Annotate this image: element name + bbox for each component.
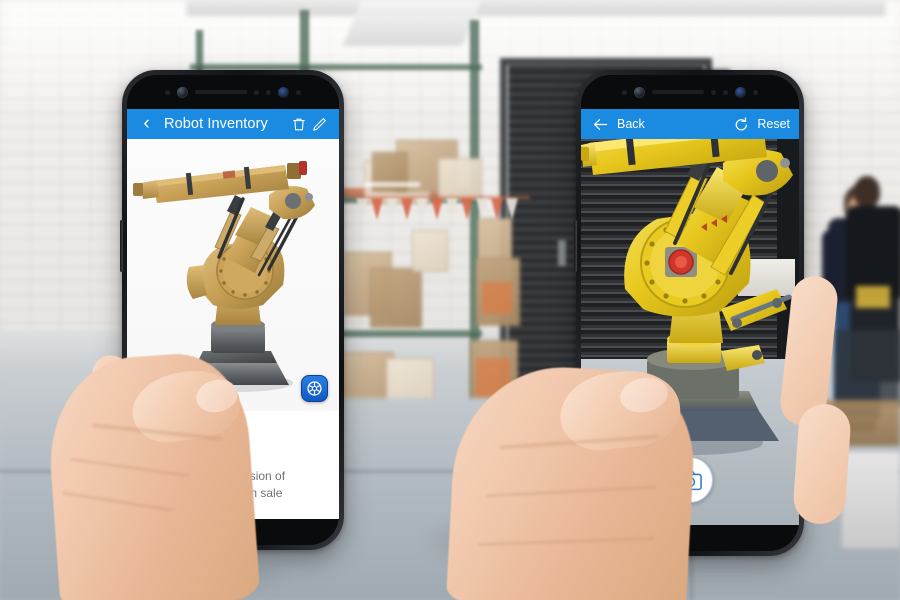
ar-cube-icon (307, 381, 322, 396)
pennant-flag (446, 198, 458, 220)
pennant-flag (416, 198, 428, 220)
reset-label: Reset (757, 117, 790, 131)
back-label: Back (617, 117, 645, 131)
pennant-bunting (356, 198, 524, 228)
proximity-sensor-icon (622, 89, 627, 95)
pennant-flag (356, 198, 368, 220)
worker-head (854, 176, 880, 208)
pennant-flag (431, 198, 443, 220)
right-app-bar: Back Reset (581, 109, 799, 139)
proximity-sensor-icon (165, 89, 170, 95)
earpiece-speaker (652, 90, 704, 94)
pennant-flag (461, 198, 473, 220)
front-camera-icon (735, 86, 746, 98)
white-crate (842, 452, 900, 548)
delete-button[interactable] (288, 114, 309, 135)
trash-icon (292, 118, 305, 130)
page-title: Robot Inventory (164, 116, 268, 132)
chevron-left-icon: ‹ (143, 112, 150, 134)
door-latch (558, 240, 566, 266)
back-button[interactable] (590, 114, 611, 135)
iris-scanner-icon (634, 86, 645, 98)
right-phone-top-bezel (581, 75, 799, 109)
box-orange-label (482, 282, 512, 314)
pennant-flag (506, 198, 518, 220)
iris-scanner-icon (177, 86, 188, 98)
edit-button[interactable] (309, 114, 330, 135)
yellow-equipment (856, 286, 890, 308)
reset-button[interactable] (731, 114, 752, 135)
earpiece-speaker (195, 90, 247, 94)
ceiling-beam (186, 0, 886, 16)
work-table (836, 330, 900, 406)
pennant-flag (371, 198, 383, 220)
back-button[interactable]: ‹ (136, 114, 157, 135)
ar-view-button[interactable] (301, 375, 328, 402)
sensor-icon (753, 89, 758, 95)
cardboard-box (370, 268, 422, 328)
volume-button[interactable] (574, 220, 577, 272)
pennant-flag (401, 198, 413, 220)
left-app-bar: ‹ Robot Inventory (127, 109, 339, 139)
sensor-icon (296, 89, 301, 95)
pencil-icon (313, 117, 326, 131)
sensor-icon (266, 89, 271, 95)
box-tape (364, 182, 420, 187)
left-phone-top-bezel (127, 75, 339, 109)
rotate-ccw-icon (736, 116, 748, 130)
screenshot-root: ‹ Robot Inventory version of sale Back R… (0, 0, 900, 600)
pennant-flag (476, 198, 488, 220)
light-sensor-icon (711, 89, 716, 95)
right-hand-finger (791, 402, 853, 526)
pennant-flag (491, 198, 503, 220)
arrow-left-icon (593, 118, 608, 130)
ceiling-lamp (342, 0, 482, 46)
light-sensor-icon (254, 89, 259, 95)
cardboard-box (412, 230, 448, 272)
front-camera-icon (278, 86, 289, 98)
volume-button[interactable] (120, 220, 123, 272)
pennant-flag (386, 198, 398, 220)
cardboard-box (438, 158, 482, 200)
sensor-icon (723, 89, 728, 95)
